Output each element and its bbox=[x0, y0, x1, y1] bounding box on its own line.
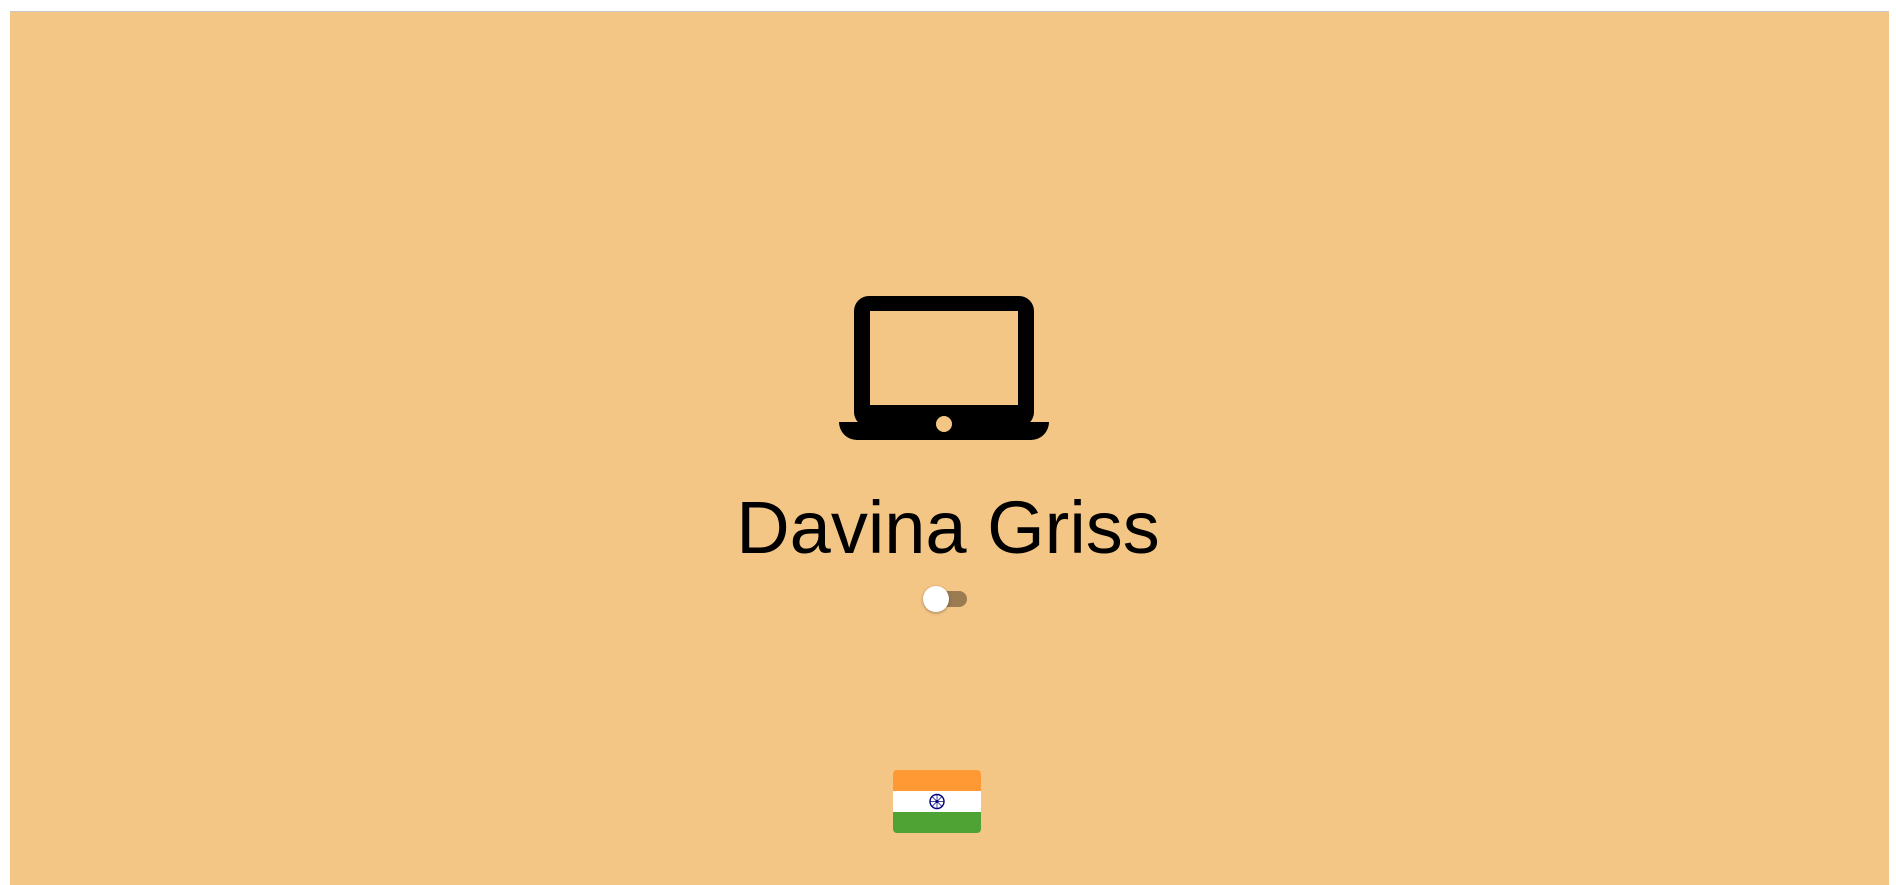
laptop-icon bbox=[839, 296, 1049, 440]
profile-name: Davina Griss bbox=[736, 486, 1160, 569]
toggle-thumb bbox=[923, 586, 949, 612]
mode-toggle[interactable] bbox=[923, 586, 973, 612]
india-flag-icon[interactable] bbox=[893, 770, 981, 833]
